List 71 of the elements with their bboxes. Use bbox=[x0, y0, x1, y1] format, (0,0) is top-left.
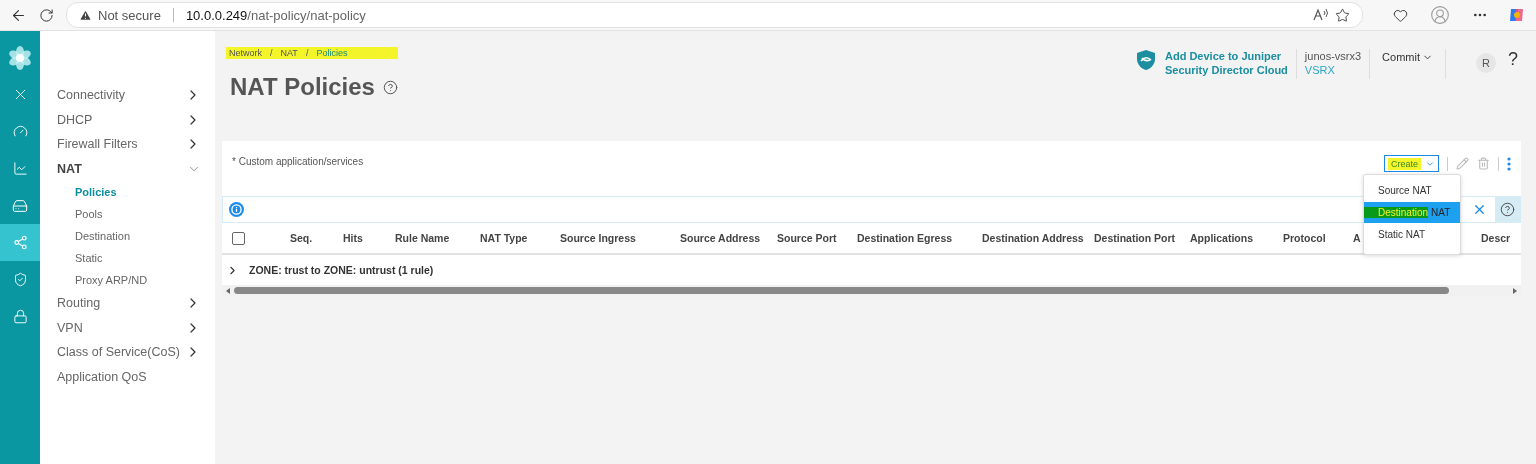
network-icon[interactable] bbox=[12, 235, 28, 250]
more-vertical-icon[interactable] bbox=[1507, 156, 1511, 171]
sidebar-item[interactable]: VPN bbox=[40, 315, 215, 340]
column-header: Hits bbox=[343, 232, 363, 244]
sidebar-item[interactable]: Routing bbox=[40, 291, 215, 316]
reload-icon[interactable] bbox=[39, 7, 54, 23]
breadcrumb-separator: / bbox=[305, 48, 309, 58]
help-icon[interactable] bbox=[382, 79, 398, 95]
create-button[interactable]: Create bbox=[1384, 155, 1439, 172]
help-icon[interactable] bbox=[1495, 197, 1520, 222]
info-icon bbox=[229, 202, 244, 217]
device-name: junos-vsrx3 bbox=[1304, 49, 1362, 63]
delete-icon[interactable] bbox=[1477, 157, 1490, 170]
column-header: Protocol bbox=[1283, 232, 1326, 244]
breadcrumb-separator: / bbox=[270, 48, 273, 58]
security-label: Not secure bbox=[98, 7, 161, 23]
column-header: Descr bbox=[1481, 232, 1511, 244]
column-header: A bbox=[1353, 232, 1361, 244]
page-title: NAT Policies bbox=[230, 73, 375, 101]
select-all-checkbox[interactable] bbox=[232, 231, 245, 245]
column-header: NAT Type bbox=[480, 232, 528, 244]
sidebar-subitem[interactable]: Destination bbox=[40, 225, 215, 247]
sidebar-subitem[interactable]: Pools bbox=[40, 203, 215, 225]
sidebar-item[interactable]: Application QoS bbox=[40, 364, 215, 389]
note-text: * Custom application/services bbox=[232, 156, 364, 169]
menu-item[interactable]: Static NAT bbox=[1364, 224, 1460, 245]
warning-icon bbox=[79, 8, 92, 22]
column-header: Rule Name bbox=[395, 232, 450, 244]
copilot-icon[interactable] bbox=[1508, 6, 1526, 24]
edit-icon[interactable] bbox=[1456, 157, 1469, 170]
menu-item[interactable]: Source NAT bbox=[1364, 180, 1460, 201]
sidebar-item[interactable]: Firewall Filters bbox=[40, 132, 215, 157]
breadcrumb-link[interactable]: NAT bbox=[280, 48, 298, 58]
device-icon[interactable] bbox=[12, 197, 28, 214]
breadcrumb-link[interactable]: Network bbox=[229, 48, 262, 58]
column-header: Applications bbox=[1190, 232, 1253, 244]
clear-icon[interactable] bbox=[1472, 202, 1487, 217]
column-header: Destination Address bbox=[982, 232, 1084, 244]
column-header: Source Port bbox=[777, 232, 837, 244]
breadcrumb-link[interactable]: Policies bbox=[316, 48, 348, 58]
menu-item[interactable]: Destination NAT bbox=[1364, 202, 1460, 223]
sidebar-subitem[interactable]: Proxy ARP/ND bbox=[40, 269, 215, 291]
group-row[interactable]: ZONE: trust to ZONE: untrust (1 rule) bbox=[222, 255, 1521, 285]
device-type: VSRX bbox=[1304, 63, 1336, 77]
read-aloud-icon[interactable] bbox=[1313, 8, 1329, 22]
flower-logo-icon bbox=[8, 45, 32, 70]
column-header: Seq. bbox=[290, 232, 313, 244]
url-text: 10.0.0.249/nat-policy/nat-policy bbox=[185, 7, 366, 23]
sidebar-item[interactable]: DHCP bbox=[40, 107, 215, 132]
cloud-link[interactable]: Add Device to Juniper Security Director Cloud bbox=[1165, 49, 1288, 77]
column-header: Source Address bbox=[680, 232, 761, 244]
column-header: Destination Port bbox=[1094, 232, 1176, 244]
address-bar[interactable]: Not secure 10.0.0.249/nat-policy/nat-policy bbox=[66, 2, 1363, 28]
sidebar-subitem[interactable]: Policies bbox=[40, 181, 215, 203]
gauge-icon[interactable] bbox=[12, 124, 28, 139]
chart-icon[interactable] bbox=[12, 161, 28, 176]
user-avatar[interactable]: R bbox=[1476, 53, 1496, 73]
profile-icon[interactable] bbox=[1430, 5, 1450, 25]
sidebar-item[interactable]: Connectivity bbox=[40, 83, 215, 108]
help-button[interactable]: ? bbox=[1504, 49, 1522, 70]
shield-icon[interactable] bbox=[12, 272, 28, 287]
star-icon[interactable] bbox=[1335, 7, 1350, 23]
sidebar-item[interactable]: NAT bbox=[40, 156, 215, 181]
commit-button[interactable]: Commit bbox=[1378, 51, 1437, 63]
sidebar-subitem[interactable]: Static bbox=[40, 247, 215, 269]
column-header: Source Ingress bbox=[560, 232, 636, 244]
lock-icon[interactable] bbox=[12, 309, 28, 324]
shield-logo-icon bbox=[1135, 49, 1157, 71]
rail-item[interactable] bbox=[0, 224, 40, 261]
column-header: Destination Egress bbox=[857, 232, 953, 244]
sidebar-item[interactable]: Class of Service(CoS) bbox=[40, 340, 215, 365]
